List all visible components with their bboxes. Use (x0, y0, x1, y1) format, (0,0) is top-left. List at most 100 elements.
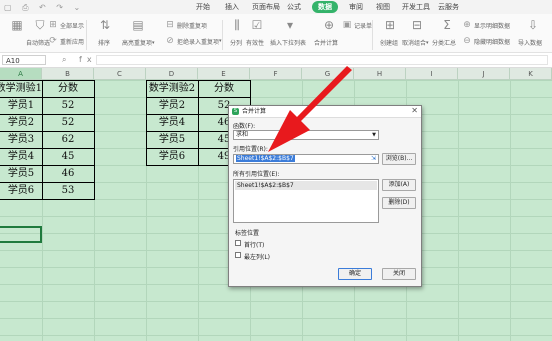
show-all-icon: ⊞ (49, 20, 57, 30)
delete-duplicates-button[interactable]: ⊟ 删除重复项 (165, 20, 207, 30)
table1-row-score[interactable]: 45 (42, 149, 94, 165)
tab-page-layout[interactable]: 页面布局 (252, 2, 280, 12)
import-data-button[interactable]: 导入数据 (518, 38, 542, 47)
show-detail-button[interactable]: ⊕ 显示明细数据 (462, 20, 510, 30)
table1-header-score[interactable]: 分数 (42, 81, 94, 97)
tab-insert[interactable]: 插入 (225, 2, 239, 12)
formula-fx-icon[interactable]: ⌕ fx (62, 55, 97, 65)
collapse-dialog-icon[interactable]: ⇲ (371, 155, 376, 163)
delete-button[interactable]: 删除(D) (382, 197, 416, 209)
table2-header-score[interactable]: 分数 (198, 81, 250, 97)
column-header-h[interactable]: H (354, 68, 406, 80)
table1-row-score[interactable]: 52 (42, 98, 94, 114)
validity-label: 有效性 (246, 40, 265, 47)
create-group-icon[interactable]: ⊞ (383, 18, 397, 32)
table1-row-name[interactable]: 学员2 (0, 115, 42, 131)
sort-icon[interactable]: ⇅ (98, 18, 112, 32)
tab-view[interactable]: 视图 (376, 2, 390, 12)
insert-dropdown-label: 插入下拉列表 (270, 40, 307, 47)
table1-row-score[interactable]: 62 (42, 132, 94, 148)
browse-button[interactable]: 浏览(B)... (382, 153, 416, 165)
consolidate-button[interactable]: 合并计算 (314, 38, 338, 47)
hide-detail-icon: ⊖ (463, 36, 471, 46)
table1-row-score[interactable]: 52 (42, 115, 94, 131)
column-header-d[interactable]: D (146, 68, 198, 80)
reference-label: 引用位置(R): (233, 146, 268, 153)
table1-border (0, 80, 95, 81)
tab-data[interactable]: 数据 (312, 1, 338, 13)
column-header-e[interactable]: E (198, 68, 250, 80)
show-all-button[interactable]: ⊞ 全部显示 (48, 20, 84, 30)
column-header-k[interactable]: K (510, 68, 552, 80)
auto-filter-button[interactable]: 自动筛选 (26, 38, 50, 47)
highlight-duplicates-button[interactable]: 高亮重复项 ▾ (122, 38, 155, 48)
pivot-table-icon[interactable]: ▦ (10, 18, 24, 32)
table1-header-title[interactable]: 数学测验1 (0, 81, 43, 97)
sort-button[interactable]: 排序 (98, 38, 110, 47)
table1-row-name[interactable]: 学员4 (0, 149, 42, 165)
column-header-c[interactable]: C (94, 68, 146, 80)
import-data-icon[interactable]: ⇩ (526, 18, 540, 32)
tab-cloud[interactable]: 云服务 (438, 2, 459, 12)
function-select[interactable]: 求和 ▼ (233, 130, 379, 140)
quick-access-icons[interactable]: ▢ ⎙ ↶ ↷ ⌄ (4, 3, 84, 13)
table2-row-name[interactable]: 学员4 (146, 115, 198, 131)
close-button[interactable]: 关闭 (382, 268, 416, 280)
tab-developer[interactable]: 开发工具 (402, 2, 430, 12)
reference-list-item[interactable]: Sheet1!$A$2:$B$7 (235, 181, 377, 190)
close-icon[interactable]: ✕ (411, 106, 418, 116)
ungroup-button[interactable]: 取消组合 ▾ (402, 38, 429, 48)
validity-button[interactable]: 有效性 (246, 38, 264, 47)
column-header-j[interactable]: J (458, 68, 510, 80)
record-form-button[interactable]: ▣ 记录单 (342, 20, 372, 30)
first-row-checkbox[interactable] (235, 240, 241, 246)
hide-detail-button[interactable]: ⊖ 隐藏明细数据 (462, 36, 510, 46)
column-header-i[interactable]: I (406, 68, 458, 80)
split-column-icon[interactable]: ⫼ (230, 18, 244, 32)
highlight-duplicates-icon[interactable]: ▤ (131, 18, 145, 32)
name-box[interactable]: A10 (2, 55, 46, 65)
ok-button[interactable]: 确定 (338, 268, 372, 280)
column-header-f[interactable]: F (250, 68, 302, 80)
selected-cell[interactable] (0, 226, 42, 243)
split-column-button[interactable]: 分列 (230, 38, 242, 47)
formula-input[interactable] (96, 55, 548, 65)
table1-row-score[interactable]: 53 (42, 183, 94, 199)
table1-border (0, 182, 95, 183)
highlight-duplicates-label: 高亮重复项 (122, 40, 153, 47)
column-header-g[interactable]: G (302, 68, 354, 80)
subtotal-button[interactable]: 分类汇总 (432, 38, 456, 47)
table2-row-name[interactable]: 学员2 (146, 98, 198, 114)
create-group-button[interactable]: 创建组 (380, 38, 398, 47)
add-button[interactable]: 添加(A) (382, 179, 416, 191)
create-group-label: 创建组 (380, 40, 399, 47)
column-header-b[interactable]: B (42, 68, 94, 80)
tab-home[interactable]: 开始 (196, 2, 210, 12)
tab-formulas[interactable]: 公式 (287, 2, 301, 12)
all-references-list[interactable]: Sheet1!$A$2:$B$7 (233, 179, 379, 223)
subtotal-label: 分类汇总 (432, 40, 457, 47)
table2-row-name[interactable]: 学员6 (146, 149, 198, 165)
left-column-checkbox[interactable] (235, 252, 241, 258)
table2-row-name[interactable]: 学员5 (146, 132, 198, 148)
reject-duplicates-button[interactable]: ⊘ 拒绝录入重复项 ▾ (165, 36, 221, 46)
dialog-titlebar[interactable]: S 合并计算 ✕ (229, 106, 421, 118)
column-header-a[interactable]: A (0, 68, 42, 80)
table1-row-name[interactable]: 学员5 (0, 166, 42, 182)
insert-dropdown-button[interactable]: 插入下拉列表 (270, 38, 306, 47)
tab-review[interactable]: 审阅 (349, 2, 363, 12)
table1-row-name[interactable]: 学员6 (0, 183, 42, 199)
auto-filter-icon[interactable]: ⛉ (33, 18, 47, 32)
table2-header-title[interactable]: 数学测验2 (146, 81, 198, 97)
subtotal-icon[interactable]: Σ (440, 18, 454, 32)
insert-dropdown-icon[interactable]: ▾ (283, 18, 297, 32)
reference-input[interactable]: Sheet1!$A$2:$B$7 ⇲ (233, 154, 379, 164)
table1-row-name[interactable]: 学员3 (0, 132, 42, 148)
table1-row-score[interactable]: 46 (42, 166, 94, 182)
validity-icon[interactable]: ☑ (250, 18, 264, 32)
all-references-label: 所有引用位置(E): (233, 171, 280, 178)
ungroup-icon[interactable]: ⊟ (410, 18, 424, 32)
consolidate-icon[interactable]: ⊕ (322, 18, 336, 32)
reapply-button[interactable]: ⟳ 重新应用 (48, 36, 84, 46)
table1-row-name[interactable]: 学员1 (0, 98, 42, 114)
